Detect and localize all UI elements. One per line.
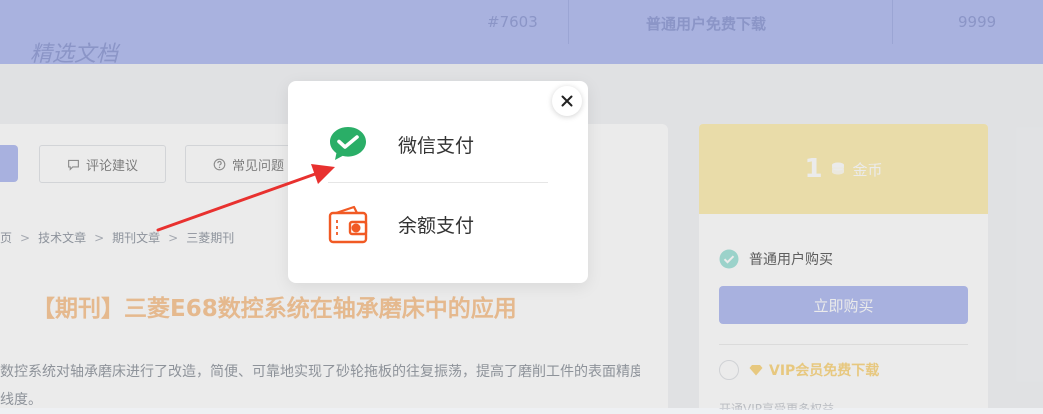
annotation-arrow-icon — [156, 164, 335, 232]
